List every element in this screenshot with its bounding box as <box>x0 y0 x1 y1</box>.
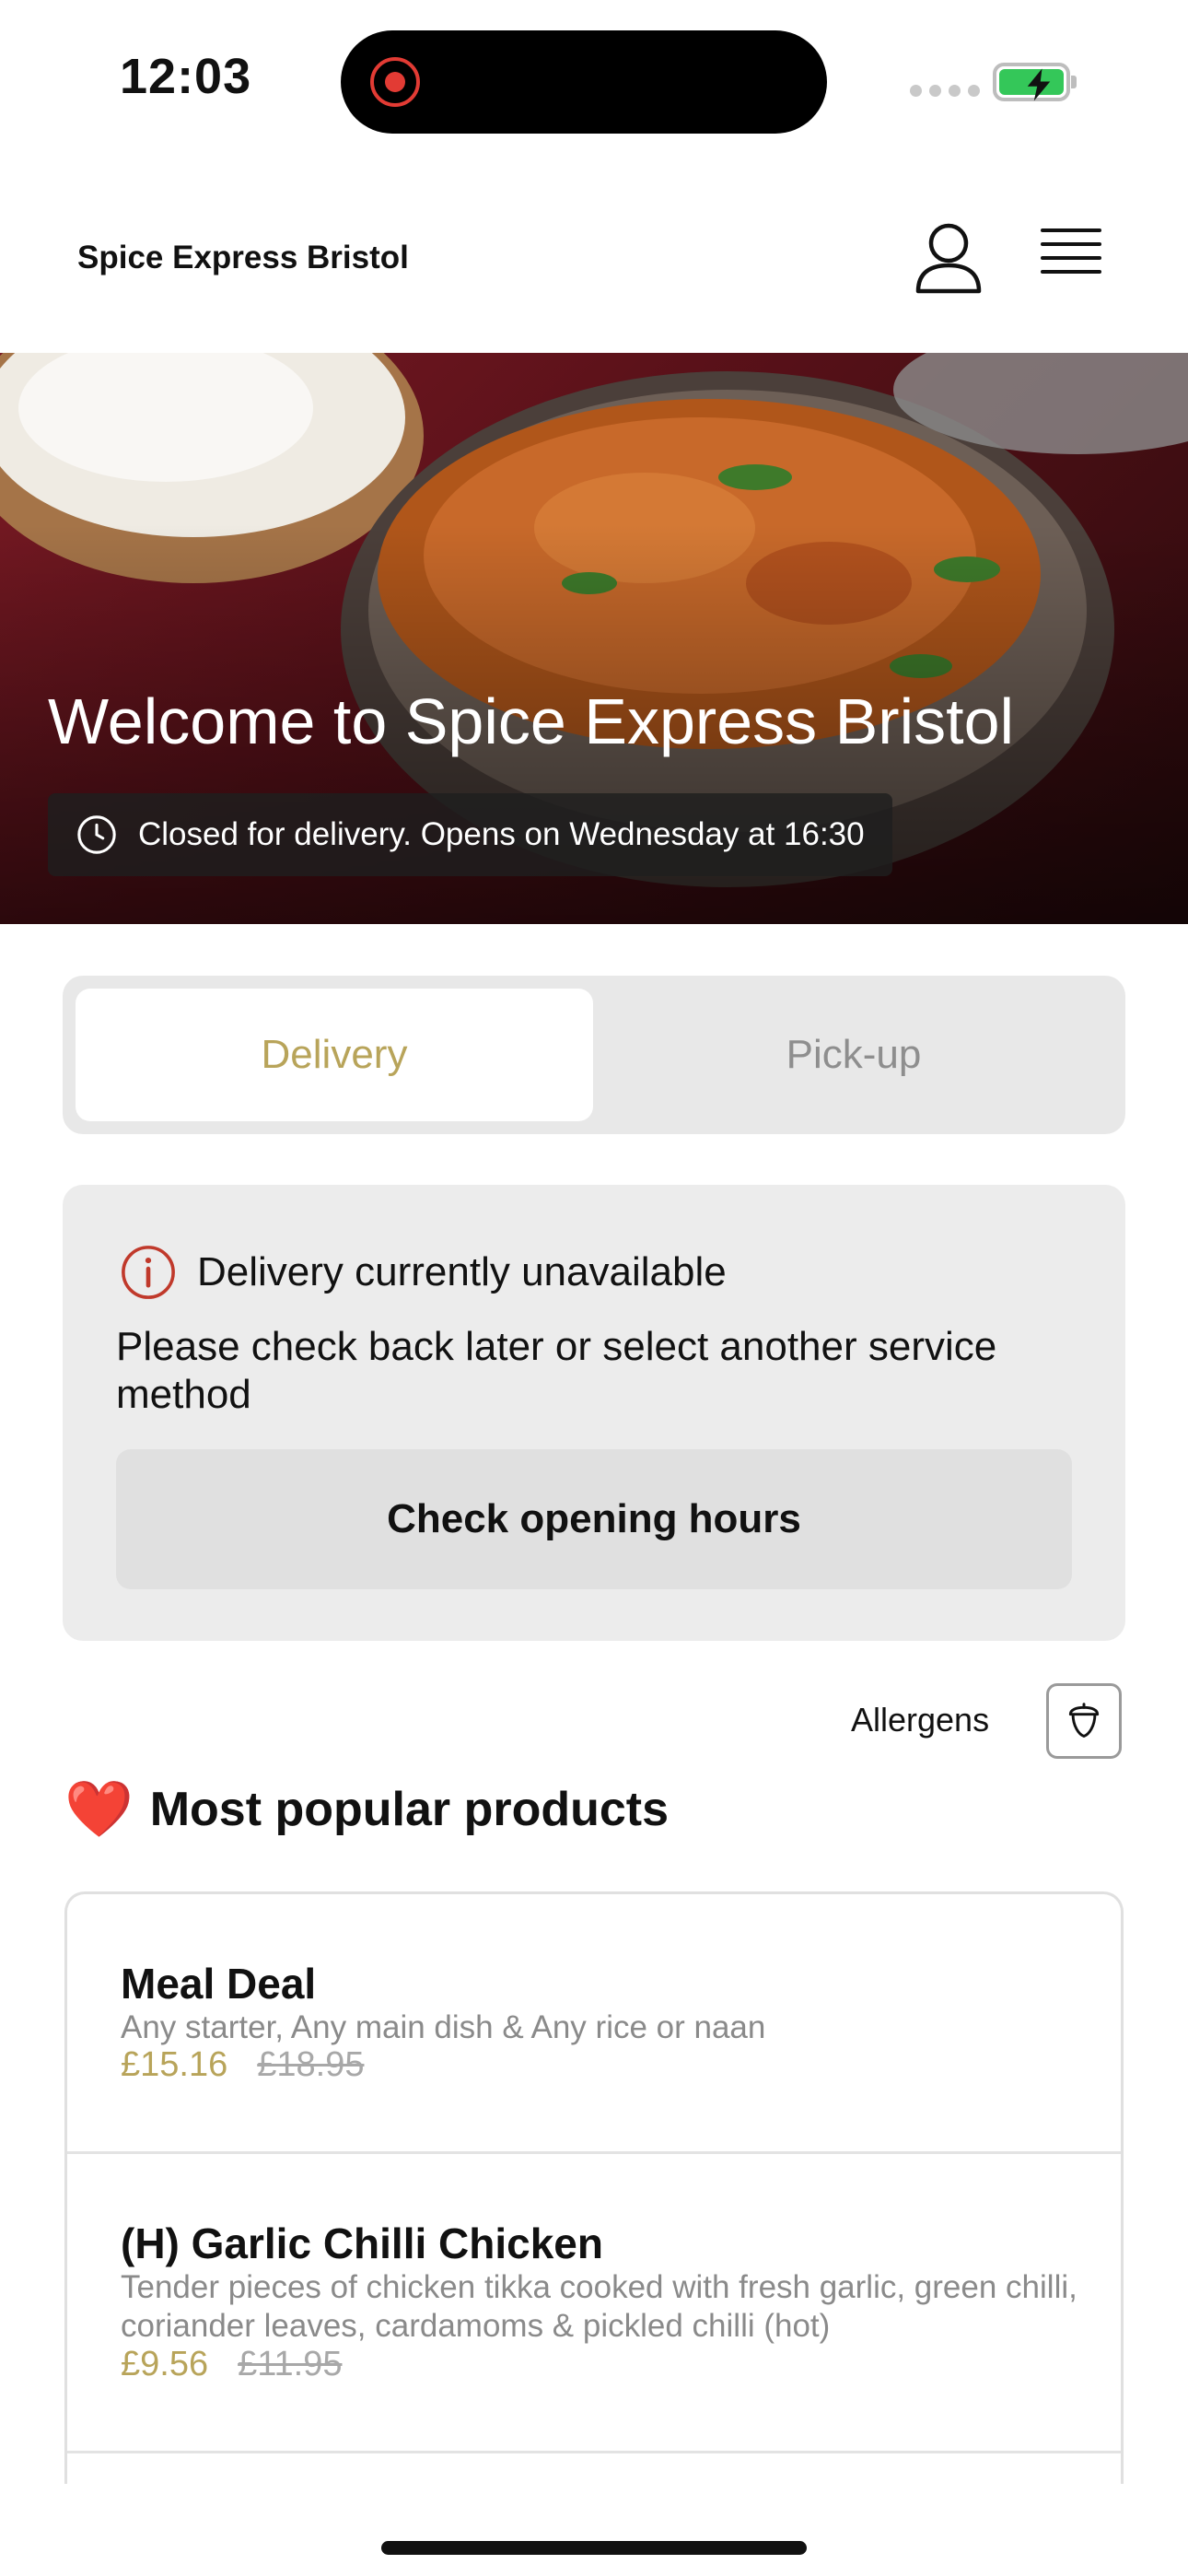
product-description: Any starter, Any main dish & Any rice or… <box>121 2009 766 2045</box>
product-price: £9.56 <box>121 2345 209 2383</box>
status-bar: 12:03 <box>0 0 1188 166</box>
user-icon <box>915 223 982 294</box>
check-opening-hours-button[interactable]: Check opening hours <box>116 1449 1072 1589</box>
recording-indicator-icon <box>370 57 420 107</box>
product-price: £15.16 <box>121 2045 228 2084</box>
allergens-filter-button[interactable] <box>1046 1683 1122 1759</box>
dynamic-island <box>341 30 827 134</box>
restaurant-name[interactable]: Spice Express Bristol <box>77 240 409 276</box>
tab-delivery[interactable]: Delivery <box>76 989 593 1121</box>
hamburger-menu-icon <box>1041 228 1101 274</box>
clock-icon <box>77 815 116 854</box>
service-method-toggle: Delivery Pick-up <box>63 976 1125 1134</box>
status-time: 12:03 <box>120 49 252 104</box>
allergens-label: Allergens <box>851 1701 990 1739</box>
hero-title: Welcome to Spice Express Bristol <box>48 685 1015 757</box>
notice-text: Please check back later or select anothe… <box>116 1324 997 1417</box>
notice-title: Delivery currently unavailable <box>197 1249 727 1294</box>
account-button[interactable] <box>914 221 984 295</box>
product-name: (H) Garlic Chilli Chicken <box>121 2219 603 2267</box>
product-name: Meal Deal <box>121 1960 317 2008</box>
product-prices: £9.56 £11.95 <box>121 2345 343 2384</box>
product-description: Tender pieces of chicken tikka cooked wi… <box>121 2269 1077 2344</box>
battery-icon <box>993 63 1077 101</box>
popular-products-heading: ❤️ Most popular products <box>64 1782 669 1837</box>
notice-header: Delivery currently unavailable <box>120 1244 727 1301</box>
product-prices: £15.16 £18.95 <box>121 2045 364 2085</box>
product-original-price: £18.95 <box>257 2045 365 2084</box>
charging-bolt-icon <box>1027 68 1051 101</box>
acorn-icon <box>1068 1703 1100 1738</box>
popular-products-list: Meal Deal Any starter, Any main dish & A… <box>64 1891 1124 2484</box>
product-original-price: £11.95 <box>238 2345 343 2383</box>
top-header: Spice Express Bristol <box>0 166 1188 353</box>
opening-status-text: Closed for delivery. Opens on Wednesday … <box>138 816 865 852</box>
cellular-signal-icon <box>910 85 980 97</box>
delivery-unavailable-notice: Delivery currently unavailable Please ch… <box>63 1185 1125 1641</box>
hero-banner: Welcome to Spice Express Bristol Closed … <box>0 353 1188 924</box>
tab-pickup[interactable]: Pick-up <box>595 989 1112 1121</box>
home-indicator[interactable] <box>381 2541 807 2555</box>
popular-products-title: Most popular products <box>149 1783 670 1836</box>
info-alert-icon <box>122 1246 175 1299</box>
product-card[interactable]: (H) Garlic Chilli Chicken Tender pieces … <box>67 2154 1121 2453</box>
opening-status: Closed for delivery. Opens on Wednesday … <box>48 793 892 876</box>
product-card[interactable]: Meal Deal Any starter, Any main dish & A… <box>67 1894 1121 2154</box>
heart-icon: ❤️ <box>64 1778 134 1840</box>
menu-button[interactable] <box>1041 228 1101 289</box>
